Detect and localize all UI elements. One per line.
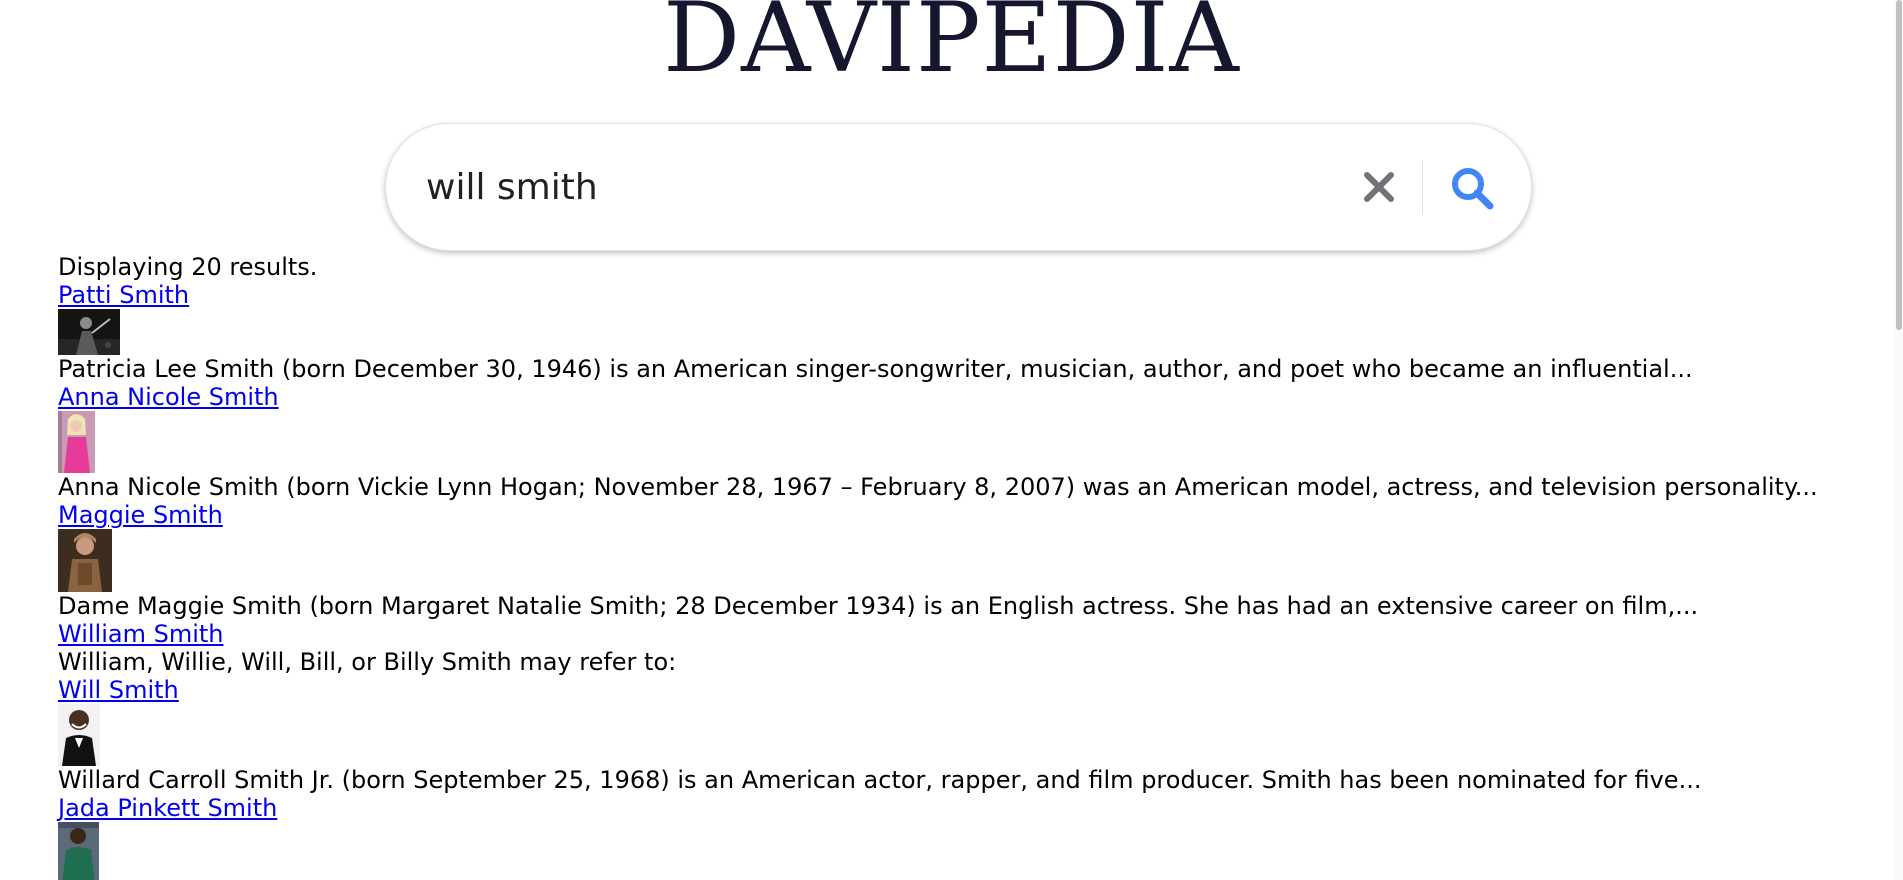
- result-title[interactable]: Jada Pinkett Smith: [58, 794, 1898, 822]
- result-thumbnail[interactable]: [58, 529, 112, 592]
- result-thumbnail[interactable]: [58, 822, 99, 880]
- result-description: Patricia Lee Smith (born December 30, 19…: [58, 355, 1693, 383]
- result-title[interactable]: Maggie Smith: [58, 501, 1898, 529]
- search-icon[interactable]: [1449, 165, 1495, 211]
- search-box: [385, 123, 1532, 251]
- result-description: Anna Nicole Smith (born Vickie Lynn Hoga…: [58, 473, 1818, 501]
- result-title[interactable]: Patti Smith: [58, 281, 1898, 309]
- results-list: Displaying 20 results. Patti Smith Patri…: [58, 253, 1898, 880]
- result-title[interactable]: Anna Nicole Smith: [58, 383, 1898, 411]
- close-icon[interactable]: [1361, 169, 1397, 205]
- result-description: Dame Maggie Smith (born Margaret Natalie…: [58, 592, 1699, 620]
- result-thumbnail[interactable]: [58, 411, 95, 473]
- result-description: William, Willie, Will, Bill, or Billy Sm…: [58, 648, 677, 676]
- search-input[interactable]: [426, 154, 1306, 220]
- result-title[interactable]: William Smith: [58, 620, 1898, 648]
- result-thumbnail[interactable]: [58, 704, 100, 766]
- scrollbar-thumb[interactable]: [1896, 0, 1902, 330]
- result-description: Willard Carroll Smith Jr. (born Septembe…: [58, 766, 1702, 794]
- site-logo[interactable]: DAVIPEDIA: [0, 0, 1903, 98]
- scrollbar-track[interactable]: [1895, 0, 1903, 880]
- page: DAVIPEDIA Displaying 20 results. Patti S…: [0, 0, 1903, 880]
- search-divider: [1422, 160, 1423, 214]
- result-thumbnail[interactable]: [58, 309, 120, 355]
- results-count: Displaying 20 results.: [58, 253, 318, 281]
- result-title[interactable]: Will Smith: [58, 676, 1898, 704]
